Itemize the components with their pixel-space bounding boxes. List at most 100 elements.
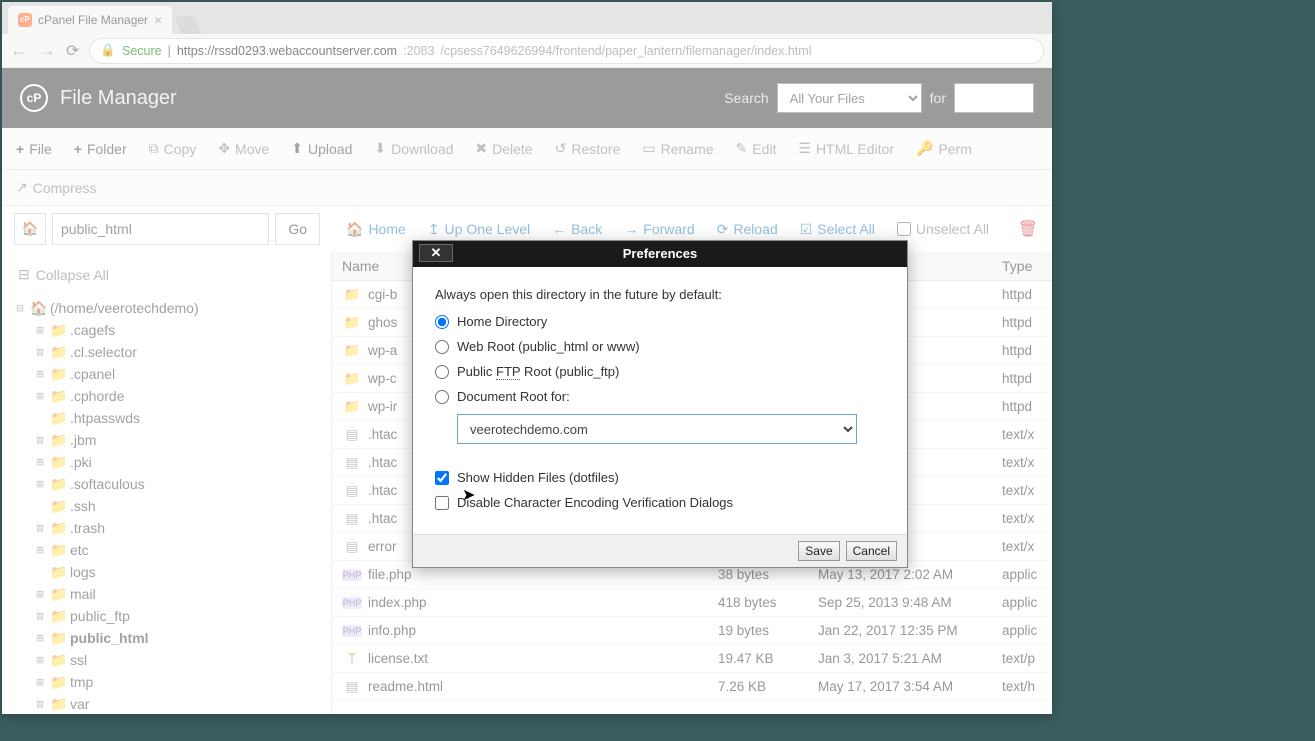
folder-icon: 📁	[50, 495, 66, 517]
radio-webroot-input[interactable]	[435, 340, 449, 354]
expand-icon[interactable]: ⊞	[34, 671, 46, 693]
nav-forward-link[interactable]: → Forward	[624, 221, 694, 237]
modal-close-button[interactable]: ✕	[419, 244, 453, 262]
nav-back-icon[interactable]: ←	[10, 40, 28, 61]
path-input[interactable]	[52, 213, 269, 245]
expand-icon[interactable]: ⊞	[34, 627, 46, 649]
file-type: text/x	[992, 477, 1052, 504]
expand-icon[interactable]: ⊞	[34, 693, 46, 714]
file-icon: ▤	[342, 679, 362, 695]
cancel-button[interactable]: Cancel	[846, 541, 897, 561]
expand-icon[interactable]: ⊞	[34, 605, 46, 627]
tree-node[interactable]: ⊞📁.cagefs	[34, 319, 319, 341]
home-button[interactable]: 🏠	[14, 213, 46, 245]
rename-button[interactable]: ▭ Rename	[642, 140, 713, 157]
tree-node[interactable]: ⊞📁var	[34, 693, 319, 714]
tree-node[interactable]: ⊞📁.softaculous	[34, 473, 319, 495]
tree-node[interactable]: ⊞📁.pki	[34, 451, 319, 473]
radio-docroot-input[interactable]	[435, 390, 449, 404]
delete-button[interactable]: ✖ Delete	[475, 140, 532, 157]
reload-icon[interactable]: ⟳	[66, 41, 79, 61]
select-all-link[interactable]: ☑ Select All	[800, 221, 875, 238]
permissions-button[interactable]: 🔑 Perm	[916, 140, 972, 157]
radio-ftp-root[interactable]: Public FTP Root (public_ftp)	[435, 364, 885, 379]
radio-web-root[interactable]: Web Root (public_html or www)	[435, 339, 885, 354]
tree-node[interactable]: ⊞📁.jbm	[34, 429, 319, 451]
unselect-all-link[interactable]: Unselect All	[897, 221, 989, 237]
nav-reload-link[interactable]: ⟳ Reload	[717, 221, 778, 238]
expand-icon[interactable]	[34, 495, 46, 517]
html-editor-button[interactable]: ☰ HTML Editor	[798, 140, 894, 157]
move-button[interactable]: ✥ Move	[218, 140, 269, 157]
trash-icon[interactable]: 🗑	[1018, 219, 1038, 239]
nav-home-link[interactable]: 🏠 Home	[346, 221, 406, 238]
search-scope-select[interactable]: All Your Files	[777, 83, 922, 113]
nav-back-link[interactable]: ← Back	[552, 221, 602, 237]
restore-button[interactable]: ↺ Restore	[555, 140, 621, 157]
expand-icon[interactable]	[34, 561, 46, 583]
expand-icon[interactable]: ⊞	[34, 583, 46, 605]
radio-ftproot-input[interactable]	[435, 365, 449, 379]
tree-node[interactable]: ⊞📁etc	[34, 539, 319, 561]
tree-label: .cpanel	[70, 363, 115, 385]
file-row[interactable]: PHPindex.php418 bytesSep 25, 2013 9:48 A…	[332, 589, 1052, 617]
upload-button[interactable]: ⬆ Upload	[291, 140, 352, 157]
radio-home-input[interactable]	[435, 315, 449, 329]
tree-label: var	[70, 693, 89, 714]
edit-button[interactable]: ✎ Edit	[736, 140, 777, 157]
expand-icon[interactable]: ⊞	[34, 341, 46, 363]
checkbox-disable-encoding[interactable]: Disable Character Encoding Verification …	[435, 495, 885, 510]
tree-node[interactable]: ⊞📁.cl.selector	[34, 341, 319, 363]
expand-icon[interactable]: ⊞	[34, 451, 46, 473]
tree-node[interactable]: ⊞📁.cpanel	[34, 363, 319, 385]
radio-home-directory[interactable]: Home Directory	[435, 314, 885, 329]
compress-button[interactable]: Compress	[33, 180, 97, 196]
expand-icon[interactable]: ⊞	[34, 473, 46, 495]
expand-icon[interactable]: ⊞	[34, 517, 46, 539]
docroot-domain-select[interactable]: veerotechdemo.com	[457, 414, 857, 444]
tree-node[interactable]: 📁.ssh	[34, 495, 319, 517]
collapse-all-button[interactable]: ⊟ Collapse All	[14, 260, 319, 297]
expand-icon[interactable]	[34, 407, 46, 429]
folder-button[interactable]: +Folder	[74, 141, 127, 157]
tree-node[interactable]: 📁.htpasswds	[34, 407, 319, 429]
copy-button[interactable]: ⧉ Copy	[149, 140, 197, 157]
file-row[interactable]: ▤readme.html7.26 KBMay 17, 2017 3:54 AMt…	[332, 673, 1052, 701]
nav-forward-icon[interactable]: →	[38, 40, 56, 61]
main-toolbar-row2: ↗ Compress	[2, 170, 1052, 206]
radio-document-root[interactable]: Document Root for:	[435, 389, 885, 404]
tree-node[interactable]: ⊞📁tmp	[34, 671, 319, 693]
tree-node[interactable]: ⊞📁public_html	[34, 627, 319, 649]
tree-node[interactable]: ⊞📁public_ftp	[34, 605, 319, 627]
file-row[interactable]: Tlicense.txt19.47 KBJan 3, 2017 5:21 AMt…	[332, 645, 1052, 673]
collapse-icon[interactable]: ⊟	[14, 297, 26, 319]
checkbox-show-hidden[interactable]: Show Hidden Files (dotfiles)	[435, 470, 885, 485]
tree-node[interactable]: ⊞📁.cphorde	[34, 385, 319, 407]
tree-root[interactable]: ⊟ 🏠 (/home/veerotechdemo)	[14, 297, 319, 319]
file-row[interactable]: PHPinfo.php19 bytesJan 22, 2017 12:35 PM…	[332, 617, 1052, 645]
browser-tab[interactable]: cPanel File Manager ×	[8, 6, 172, 34]
go-button[interactable]: Go	[275, 213, 320, 245]
expand-icon[interactable]: ⊞	[34, 649, 46, 671]
expand-icon[interactable]: ⊞	[34, 385, 46, 407]
tree-node[interactable]: ⊞📁ssl	[34, 649, 319, 671]
save-button[interactable]: Save	[798, 541, 839, 561]
tab-close-icon[interactable]: ×	[154, 13, 162, 27]
search-input[interactable]	[954, 83, 1034, 113]
tree-node[interactable]: ⊞📁.trash	[34, 517, 319, 539]
new-tab-button[interactable]	[175, 16, 202, 34]
expand-icon[interactable]: ⊞	[34, 363, 46, 385]
expand-icon[interactable]: ⊞	[34, 319, 46, 341]
expand-icon[interactable]: ⊞	[34, 429, 46, 451]
file-button[interactable]: +File	[16, 141, 52, 157]
file-name: index.php	[368, 589, 708, 616]
col-type[interactable]: Type	[992, 252, 1052, 280]
tree-node[interactable]: 📁logs	[34, 561, 319, 583]
tree-node[interactable]: ⊞📁mail	[34, 583, 319, 605]
nav-up-link[interactable]: ↥ Up One Level	[428, 221, 530, 238]
expand-icon[interactable]: ⊞	[34, 539, 46, 561]
checkbox-show-hidden-input[interactable]	[435, 471, 449, 485]
url-field[interactable]: 🔒 Secure | https://rssd0293.webaccountse…	[89, 38, 1044, 64]
download-button[interactable]: ⬇ Download	[374, 140, 453, 157]
checkbox-disable-encoding-input[interactable]	[435, 496, 449, 510]
